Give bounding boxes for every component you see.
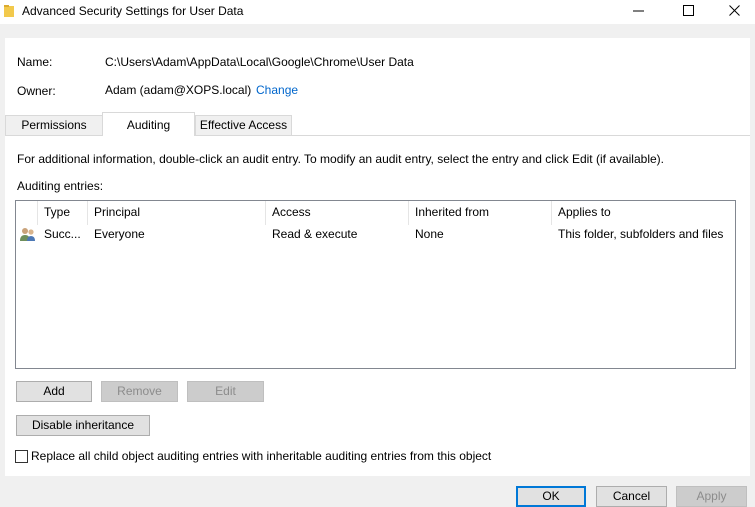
window-title: Advanced Security Settings for User Data — [22, 4, 244, 18]
apply-button[interactable]: Apply — [676, 486, 747, 507]
tab-auditing[interactable]: Auditing — [102, 112, 195, 136]
replace-child-entries-checkbox[interactable] — [15, 450, 28, 463]
title-bar: Advanced Security Settings for User Data — [0, 0, 755, 24]
tab-effective-access[interactable]: Effective Access — [195, 115, 292, 135]
list-header: Type Principal Access Inherited from App… — [16, 201, 735, 225]
name-value: C:\Users\Adam\AppData\Local\Google\Chrom… — [105, 55, 414, 69]
cancel-button[interactable]: Cancel — [596, 486, 667, 507]
name-label: Name: — [17, 55, 53, 69]
cell-access: Read & execute — [272, 227, 358, 241]
remove-button[interactable]: Remove — [101, 381, 178, 402]
close-button[interactable] — [712, 0, 755, 24]
column-header-principal[interactable]: Principal — [88, 201, 266, 225]
maximize-button[interactable] — [666, 0, 712, 24]
minimize-icon — [633, 10, 644, 12]
column-header-icon — [16, 201, 38, 225]
auditing-entries-list[interactable]: Type Principal Access Inherited from App… — [15, 200, 736, 369]
change-owner-link[interactable]: Change — [256, 83, 298, 97]
cell-inherited-from: None — [415, 227, 444, 241]
maximize-icon — [683, 5, 694, 16]
close-icon — [729, 5, 740, 16]
users-icon — [20, 228, 35, 241]
column-header-inherited-from[interactable]: Inherited from — [409, 201, 552, 225]
folder-icon — [4, 5, 14, 17]
add-button[interactable]: Add — [16, 381, 92, 402]
column-header-type[interactable]: Type — [38, 201, 88, 225]
cell-applies-to: This folder, subfolders and files — [558, 227, 724, 241]
column-header-applies-to[interactable]: Applies to — [552, 201, 735, 225]
content-panel: Name: C:\Users\Adam\AppData\Local\Google… — [5, 38, 750, 476]
replace-child-entries-label: Replace all child object auditing entrie… — [31, 449, 492, 463]
table-row[interactable]: Succ... Everyone Read & execute None Thi… — [16, 224, 735, 244]
edit-button[interactable]: Edit — [187, 381, 264, 402]
minimize-button[interactable] — [616, 0, 662, 24]
ok-button[interactable]: OK — [516, 486, 586, 507]
disable-inheritance-button[interactable]: Disable inheritance — [16, 415, 150, 436]
column-header-access[interactable]: Access — [266, 201, 409, 225]
owner-label: Owner: — [17, 84, 56, 98]
auditing-info-text: For additional information, double-click… — [17, 152, 664, 166]
cell-principal: Everyone — [94, 227, 145, 241]
owner-value: Adam (adam@XOPS.local) — [105, 83, 252, 97]
cell-type: Succ... — [44, 227, 81, 241]
tab-permissions[interactable]: Permissions — [5, 115, 103, 135]
auditing-entries-label: Auditing entries: — [17, 179, 104, 193]
